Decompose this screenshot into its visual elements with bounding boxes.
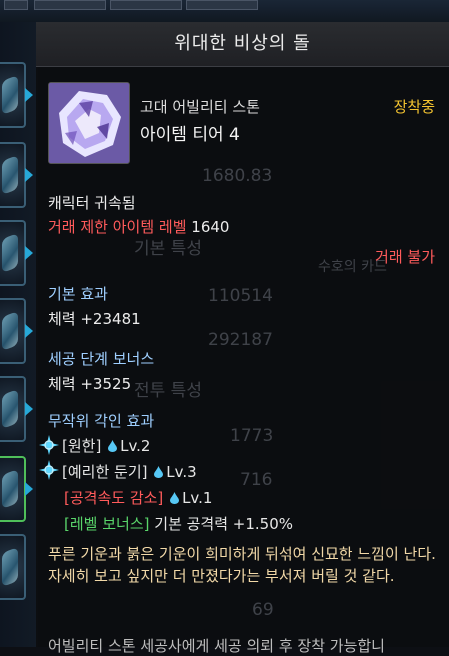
level-bonus-text: 기본 공격력 +1.50%: [154, 515, 294, 533]
water-drop-icon: [170, 492, 180, 504]
equipment-slot-strip: [0, 22, 38, 647]
engraving-name: [원한]: [62, 437, 102, 455]
equipment-slot-earring[interactable]: [0, 142, 33, 208]
item-name-title: 위대한 비상의 돌: [36, 22, 449, 67]
background-stat: 1680.83: [202, 166, 273, 186]
background-stat: 기본 특성: [134, 239, 202, 259]
bonus-header: 세공 단계 보너스: [48, 350, 155, 368]
compass-star-icon: [39, 460, 59, 480]
top-tab[interactable]: [110, 0, 182, 10]
background-stat: 110514: [208, 286, 273, 306]
background-stat: 716: [240, 470, 273, 490]
item-tooltip: 1680.83 기본 특성 110514 292187 전투 특성 1773 7…: [36, 22, 449, 655]
equipment-slot-ability-stone[interactable]: [0, 456, 33, 522]
background-stat: 292187: [208, 330, 273, 350]
engraving-level: Lv.1: [182, 489, 213, 507]
engraving-row: [예리한 둔기] Lv.3: [62, 461, 197, 482]
bonus-value: 체력 +3525: [48, 375, 132, 393]
bound-status: 캐릭터 귀속됨: [48, 194, 136, 212]
trade-limit-label: 거래 제한 아이템 레벨: [48, 218, 187, 236]
background-stat: 전투 특성: [134, 381, 202, 401]
basic-effect-header: 기본 효과: [48, 285, 108, 303]
equipment-slot-ring[interactable]: [0, 376, 33, 442]
water-drop-icon: [108, 440, 118, 452]
level-bonus-row: [레벨 보너스] 기본 공격력 +1.50%: [64, 513, 293, 534]
engraving-name: [예리한 둔기]: [62, 463, 148, 481]
equipped-badge: 장착중: [393, 98, 435, 116]
engraving-row: [공격속도 감소] Lv.1: [64, 487, 212, 508]
ability-stone-icon: [48, 82, 130, 164]
background-top-bar: [0, 0, 449, 22]
equipment-slot-bracelet[interactable]: [0, 534, 26, 600]
trade-limit-value: 1640: [191, 218, 230, 236]
basic-effect-value: 체력 +23481: [48, 310, 141, 328]
compass-star-icon: [39, 435, 59, 455]
item-description: 푸른 기운과 붉은 기운이 희미하게 뒤섞여 신묘한 느낌이 난다. 자세히 보…: [48, 545, 436, 585]
trade-limit-row: 거래 제한 아이템 레벨 1640: [48, 216, 229, 237]
level-bonus-label: [레벨 보너스]: [64, 515, 150, 533]
engraving-header: 무작위 각인 효과: [48, 412, 155, 430]
equipment-slot-necklace[interactable]: [0, 62, 33, 128]
water-drop-icon: [154, 466, 164, 478]
engraving-level: Lv.2: [120, 437, 151, 455]
top-tab[interactable]: [34, 0, 106, 10]
background-stat: 1773: [230, 426, 274, 446]
item-tier: 아이템 티어 4: [140, 125, 240, 145]
item-type: 고대 어빌리티 스톤: [140, 98, 260, 116]
engraving-level: Lv.3: [166, 463, 197, 481]
engraving-name: [공격속도 감소]: [64, 489, 164, 507]
top-tab[interactable]: [186, 0, 258, 10]
equipment-slot-ring[interactable]: [0, 298, 33, 364]
background-stat: 69: [252, 600, 274, 620]
top-tab[interactable]: [4, 0, 28, 10]
equipment-slot-earring[interactable]: [0, 220, 33, 286]
trade-status: 거래 불가: [375, 248, 435, 266]
engraving-row: [원한] Lv.2: [62, 435, 150, 456]
item-footer-note: 어빌리티 스톤 세공사에게 세공 의뢰 후 장착 가능합니: [48, 637, 385, 655]
